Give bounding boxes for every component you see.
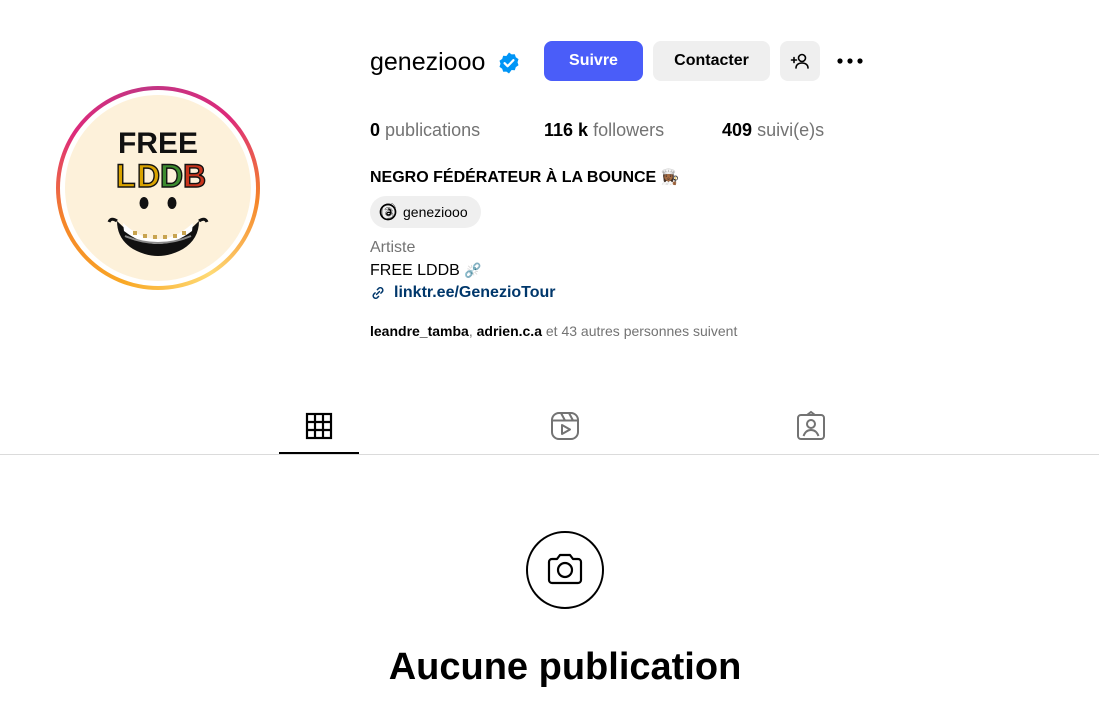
link-icon <box>370 285 386 306</box>
suggested-users-button[interactable] <box>780 41 820 81</box>
tagged-icon <box>797 410 825 440</box>
verified-badge-icon <box>497 51 521 75</box>
camera-icon <box>547 553 583 585</box>
stat-posts: 0 publications <box>370 119 480 141</box>
followers-label: followers <box>593 120 665 140</box>
profile-category: Artiste <box>370 239 416 256</box>
grid-icon <box>305 412 333 440</box>
svg-text:B: B <box>183 158 206 194</box>
posts-count: 0 <box>370 120 381 140</box>
avatar-text-free: FREE <box>118 127 198 160</box>
bio-full-name: NEGRO FÉDÉRATEUR À LA BOUNCE 👩🏾‍🍳 <box>370 168 679 188</box>
more-horizontal-icon <box>837 58 863 64</box>
stat-following[interactable]: 409 suivi(e)s <box>722 119 824 141</box>
avatar-image: FREE L D D B <box>65 95 251 281</box>
reels-icon <box>551 412 579 440</box>
bio-name-text: NEGRO FÉDÉRATEUR À LA BOUNCE <box>370 169 657 186</box>
tab-reels[interactable] <box>549 410 581 442</box>
avatar-inner-ring: FREE L D D B <box>60 90 256 286</box>
followed-by-rest: et 43 autres personnes suivent <box>541 323 738 339</box>
follower-user-2[interactable]: adrien.c.a <box>477 323 542 339</box>
threads-handle: geneziooo <box>403 204 468 220</box>
profile-avatar[interactable]: FREE L D D B <box>56 86 260 290</box>
profile-username: geneziooo <box>370 48 486 76</box>
add-person-icon <box>790 53 809 69</box>
avatar-text-lddb: L D D B <box>115 157 207 194</box>
threads-icon <box>379 203 397 221</box>
svg-text:D: D <box>160 158 183 194</box>
bio-text: FREE LDDB ⛓️‍💥 <box>370 260 482 281</box>
contact-button[interactable]: Contacter <box>653 41 770 81</box>
svg-text:L: L <box>116 158 136 194</box>
follow-button[interactable]: Suivre <box>544 41 643 81</box>
more-options-button[interactable] <box>833 45 867 77</box>
tab-tagged[interactable] <box>795 410 827 442</box>
bio-text-line: FREE LDDB <box>370 262 460 279</box>
followed-by-separator: , <box>468 323 477 339</box>
posts-label: publications <box>385 120 481 140</box>
free-lddb-logo: FREE L D D B <box>107 127 209 256</box>
broken-chain-emoji-icon: ⛓️‍💥 <box>464 262 482 278</box>
empty-state-title: Aucune publication <box>388 646 742 688</box>
tab-posts[interactable] <box>303 410 335 442</box>
following-label: suivi(e)s <box>757 120 825 140</box>
followed-by-text[interactable]: leandre_tamba, adrien.c.a et 43 autres p… <box>370 322 737 340</box>
following-count: 409 <box>722 120 753 140</box>
followers-count: 116 k <box>544 120 589 140</box>
stat-followers[interactable]: 116 k followers <box>544 119 664 141</box>
tab-divider <box>0 454 1099 455</box>
external-link[interactable]: linktr.ee/GenezioTour <box>394 283 556 303</box>
svg-text:D: D <box>137 158 160 194</box>
follower-user-1[interactable]: leandre_tamba <box>370 323 469 339</box>
empty-state-camera <box>526 531 604 609</box>
threads-link-chip[interactable]: geneziooo <box>370 196 481 228</box>
active-tab-indicator <box>279 452 359 454</box>
chef-emoji-icon: 👩🏾‍🍳 <box>660 169 680 186</box>
